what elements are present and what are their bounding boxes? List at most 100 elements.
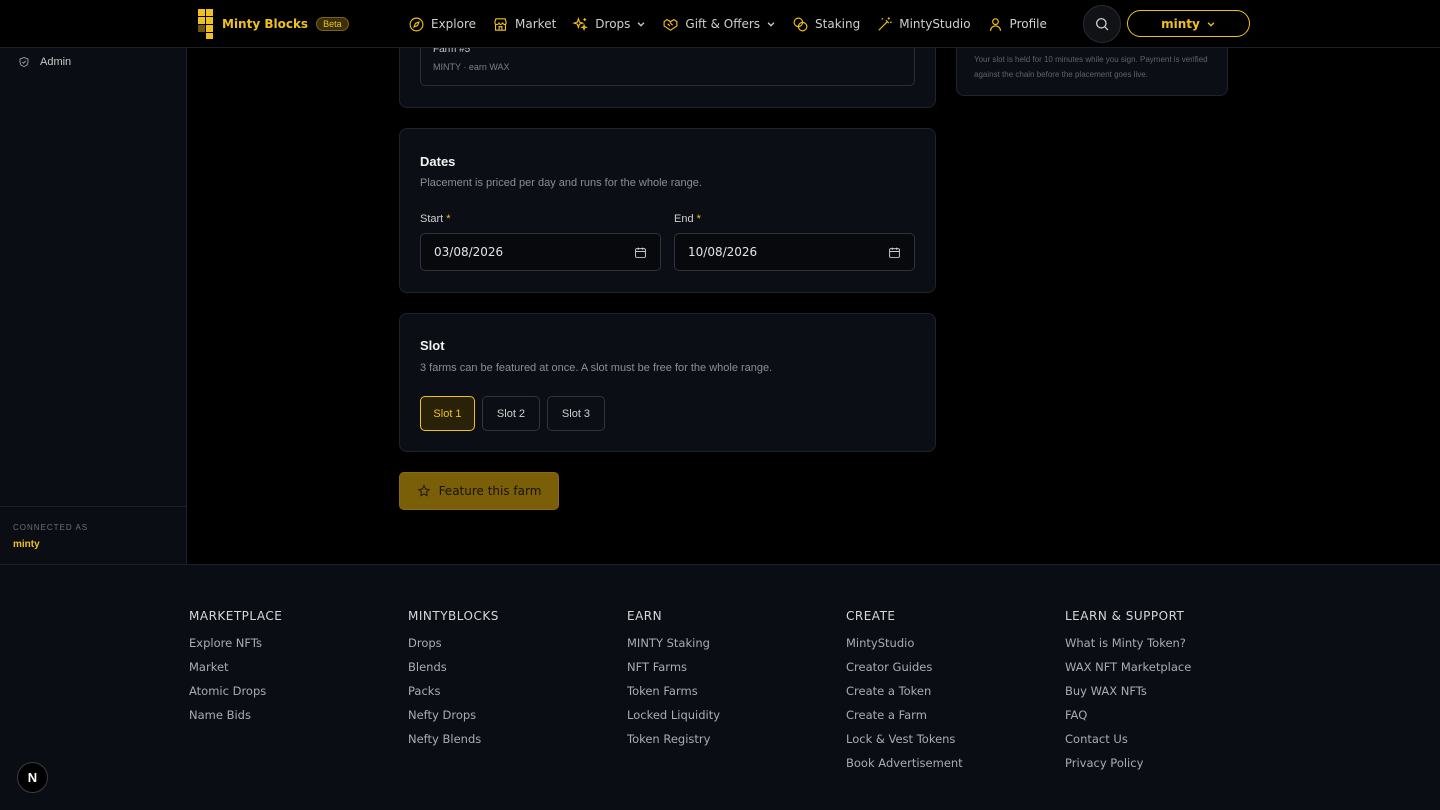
end-label: End * — [674, 213, 701, 225]
sidebar-item-label: Admin — [40, 56, 72, 68]
start-date-value: 03/08/2026 — [434, 245, 504, 259]
account-name: minty — [1161, 16, 1200, 31]
required-marker: * — [446, 213, 451, 225]
brand-logo-link[interactable]: Minty Blocks Beta — [198, 9, 349, 39]
slot-1-button[interactable]: Slot 1 — [420, 396, 475, 431]
wand-icon — [878, 16, 892, 31]
footer-link[interactable]: Packs — [408, 684, 499, 708]
footer-col-learn-support: LEARN & SUPPORT What is Minty Token? WAX… — [1065, 609, 1191, 780]
chevron-down-icon — [767, 22, 775, 27]
user-icon — [989, 17, 1001, 31]
chevron-down-icon — [638, 22, 645, 27]
footer-link[interactable]: FAQ — [1065, 708, 1191, 732]
footer-link[interactable]: WAX NFT Marketplace — [1065, 660, 1191, 684]
footer-link[interactable]: Explore NFTs — [189, 636, 282, 660]
sidebar: Admin CONNECTED AS minty — [0, 48, 187, 564]
feature-button-label: Feature this farm — [438, 484, 542, 498]
dates-description: Placement is priced per day and runs for… — [420, 177, 702, 189]
search-icon — [1096, 18, 1109, 31]
account-menu-button[interactable]: minty — [1127, 10, 1250, 37]
connected-label: CONNECTED AS — [13, 523, 89, 532]
footer-col-mintyblocks: MINTYBLOCKS Drops Blends Packs Nefty Dro… — [408, 609, 499, 756]
footer-col-title: MINTYBLOCKS — [408, 609, 499, 623]
footer-link[interactable]: Drops — [408, 636, 499, 660]
nav-profile[interactable]: Profile — [987, 16, 1047, 33]
footer-link[interactable]: MINTY Staking — [627, 636, 720, 660]
nextjs-dev-badge[interactable]: N — [17, 762, 48, 793]
shield-check-icon — [19, 57, 29, 67]
footer-link[interactable]: Book Advertisement — [846, 756, 963, 780]
slot-card: Slot 3 farms can be featured at once. A … — [399, 313, 936, 452]
nav-label: Explore — [431, 17, 477, 31]
compass-icon — [409, 17, 424, 31]
footer-col-title: LEARN & SUPPORT — [1065, 609, 1185, 623]
footer-link[interactable]: Market — [189, 660, 282, 684]
footer-link[interactable]: Locked Liquidity — [627, 708, 720, 732]
footer-link[interactable]: Token Registry — [627, 732, 720, 756]
nav-staking[interactable]: Staking — [792, 16, 860, 33]
footer-link[interactable]: Nefty Blends — [408, 732, 499, 756]
handshake-icon — [663, 18, 678, 31]
footer-link[interactable]: Token Farms — [627, 684, 720, 708]
info-text: Your slot is held for 10 minutes while y… — [974, 55, 1208, 79]
nav-mintystudio[interactable]: MintyStudio — [876, 16, 971, 33]
footer-link[interactable]: Lock & Vest Tokens — [846, 732, 963, 756]
start-label-text: Start — [420, 213, 444, 225]
dates-title: Dates — [420, 154, 456, 169]
nav-explore[interactable]: Explore — [408, 16, 476, 33]
nav-label: Staking — [815, 17, 861, 31]
footer-link[interactable]: Buy WAX NFTs — [1065, 684, 1191, 708]
end-date-input[interactable]: 10/08/2026 — [674, 233, 915, 271]
nav-label: MintyStudio — [899, 17, 971, 31]
nav-drops[interactable]: Drops — [572, 16, 646, 33]
footer-link[interactable]: NFT Farms — [627, 660, 720, 684]
sidebar-item-admin[interactable]: Admin — [18, 56, 71, 68]
chevron-down-icon — [1207, 21, 1215, 27]
site-footer: MARKETPLACE Explore NFTs Market Atomic D… — [0, 564, 1440, 810]
nav-label: Gift & Offers — [685, 17, 761, 31]
main-nav: Explore Market Drops Gift & Offers Staki… — [408, 0, 1047, 48]
slot-3-button[interactable]: Slot 3 — [547, 396, 605, 431]
slot-description: 3 farms can be featured at once. A slot … — [420, 362, 773, 374]
nav-market[interactable]: Market — [492, 16, 556, 33]
nav-gift-offers[interactable]: Gift & Offers — [662, 16, 776, 33]
footer-link[interactable]: Name Bids — [189, 708, 282, 732]
end-date-value: 10/08/2026 — [688, 245, 758, 259]
slot-title: Slot — [420, 338, 445, 353]
feature-farm-button[interactable]: Feature this farm — [399, 472, 559, 510]
footer-link[interactable]: Nefty Drops — [408, 708, 499, 732]
start-date-input[interactable]: 03/08/2026 — [420, 233, 661, 271]
footer-link[interactable]: Contact Us — [1065, 732, 1191, 756]
footer-link[interactable]: Blends — [408, 660, 499, 684]
nav-label: Profile — [1009, 17, 1047, 31]
sparkles-icon — [572, 16, 589, 31]
footer-col-title: CREATE — [846, 609, 896, 623]
connected-account: CONNECTED AS minty — [0, 506, 186, 566]
footer-col-earn: EARN MINTY Staking NFT Farms Token Farms… — [627, 609, 720, 756]
brand-name: Minty Blocks — [222, 17, 309, 31]
calendar-icon[interactable] — [634, 246, 647, 259]
start-label: Start * — [420, 213, 451, 225]
nav-label: Market — [515, 17, 557, 31]
calendar-icon[interactable] — [888, 246, 901, 259]
star-icon — [417, 484, 430, 497]
top-navbar: Minty Blocks Beta Explore Market Drops G… — [0, 0, 1440, 48]
footer-link[interactable]: Atomic Drops — [189, 684, 282, 708]
coins-icon — [793, 17, 808, 31]
search-button[interactable] — [1083, 5, 1121, 43]
minty-blocks-logo-icon — [198, 9, 214, 39]
dates-card: Dates Placement is priced per day and ru… — [399, 128, 936, 293]
required-marker: * — [696, 213, 701, 225]
connected-user: minty — [13, 539, 40, 550]
footer-col-title: MARKETPLACE — [189, 609, 283, 623]
footer-link[interactable]: Create a Farm — [846, 708, 963, 732]
footer-link[interactable]: Creator Guides — [846, 660, 963, 684]
footer-link[interactable]: Create a Token — [846, 684, 963, 708]
footer-link[interactable]: MintyStudio — [846, 636, 963, 660]
store-icon — [494, 17, 507, 31]
nav-label: Drops — [595, 17, 631, 31]
footer-link[interactable]: What is Minty Token? — [1065, 636, 1191, 660]
footer-col-create: CREATE MintyStudio Creator Guides Create… — [846, 609, 963, 780]
slot-2-button[interactable]: Slot 2 — [482, 396, 540, 431]
footer-link[interactable]: Privacy Policy — [1065, 756, 1191, 780]
